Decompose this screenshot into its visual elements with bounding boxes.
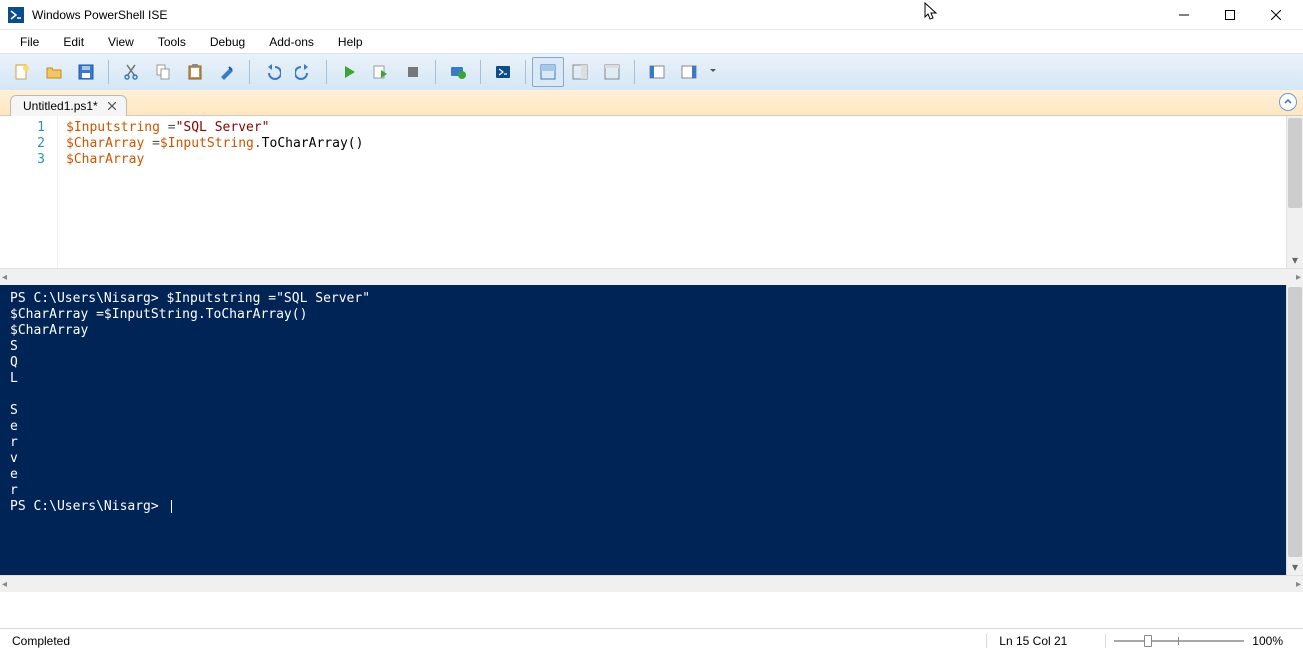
status-bar: Completed Ln 15 Col 21 100% [0,628,1303,652]
menu-tools[interactable]: Tools [146,32,198,52]
toolbar-separator [525,60,526,84]
console-horizontal-scrollbar[interactable]: ◂▸ [0,575,1303,592]
menu-edit[interactable]: Edit [51,32,96,52]
tab-strip: Untitled1.ps1* [0,90,1303,116]
menu-bar: File Edit View Tools Debug Add-ons Help [0,30,1303,54]
menu-debug[interactable]: Debug [198,32,257,52]
show-script-max-button[interactable] [596,57,628,87]
window-title: Windows PowerShell ISE [32,8,1161,22]
app-icon [8,7,24,23]
console-pane: PS C:\Users\Nisarg> $Inputstring ="SQL S… [0,285,1303,575]
undo-button[interactable] [256,57,288,87]
close-button[interactable] [1253,0,1299,30]
zoom-level: 100% [1252,634,1283,648]
scrollbar-thumb[interactable] [1288,118,1302,208]
redo-button[interactable] [288,57,320,87]
show-script-right-button[interactable] [564,57,596,87]
new-remote-tab-button[interactable] [442,57,474,87]
status-message: Completed [12,634,986,648]
editor-tab[interactable]: Untitled1.ps1* [10,95,127,116]
show-command-button[interactable] [641,57,673,87]
zoom-slider-track[interactable] [1114,640,1244,642]
code-area[interactable]: $Inputstring ="SQL Server"$CharArray =$I… [58,116,1286,268]
toolbar-separator [326,60,327,84]
clear-button[interactable] [211,57,243,87]
toolbar-separator [480,60,481,84]
console-output[interactable]: PS C:\Users\Nisarg> $Inputstring ="SQL S… [0,285,1286,575]
run-script-button[interactable] [333,57,365,87]
zoom-slider-tick [1178,637,1179,645]
paste-button[interactable] [179,57,211,87]
editor-horizontal-scrollbar[interactable]: ◂▸ [0,268,1303,285]
toolbar-separator [435,60,436,84]
toolbar-overflow-button[interactable] [705,57,719,87]
start-powershell-button[interactable] [487,57,519,87]
maximize-button[interactable] [1207,0,1253,30]
toolbar-separator [249,60,250,84]
cut-button[interactable] [115,57,147,87]
stop-button[interactable] [397,57,429,87]
scroll-down-arrow[interactable]: ▾ [1287,558,1303,575]
toolbar [0,54,1303,90]
toolbar-separator [634,60,635,84]
open-file-button[interactable] [38,57,70,87]
collapse-script-pane-button[interactable] [1279,93,1297,111]
tab-close-button[interactable] [106,100,118,112]
tab-label: Untitled1.ps1* [23,99,98,113]
new-file-button[interactable] [6,57,38,87]
menu-help[interactable]: Help [326,32,375,52]
editor-vertical-scrollbar[interactable]: ▾ [1286,116,1303,268]
menu-view[interactable]: View [96,32,146,52]
menu-addons[interactable]: Add-ons [257,32,326,52]
zoom-slider-knob[interactable] [1144,635,1152,647]
title-bar: Windows PowerShell ISE [0,0,1303,30]
save-button[interactable] [70,57,102,87]
show-script-top-button[interactable] [532,57,564,87]
menu-file[interactable]: File [8,32,51,52]
scroll-down-arrow[interactable]: ▾ [1287,251,1303,268]
minimize-button[interactable] [1161,0,1207,30]
run-selection-button[interactable] [365,57,397,87]
copy-button[interactable] [147,57,179,87]
script-editor[interactable]: 123 $Inputstring ="SQL Server"$CharArray… [0,116,1303,268]
line-number-gutter: 123 [0,116,58,268]
show-command-addon-button[interactable] [673,57,705,87]
console-vertical-scrollbar[interactable]: ▾ [1286,285,1303,575]
toolbar-separator [108,60,109,84]
zoom-control[interactable]: 100% [1106,634,1291,648]
cursor-position: Ln 15 Col 21 [986,634,1106,648]
scrollbar-thumb[interactable] [1288,287,1302,557]
